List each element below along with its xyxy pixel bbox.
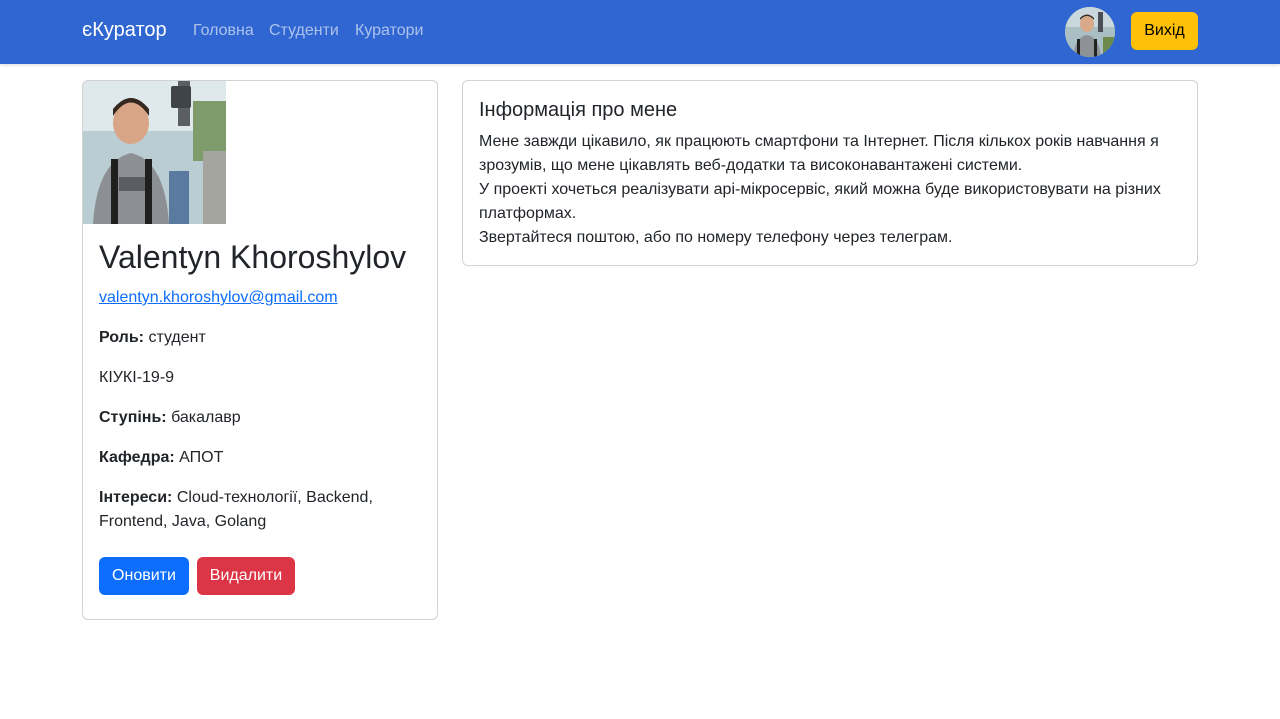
- role-value: студент: [148, 329, 206, 346]
- profile-interests: Інтереси: Cloud-технології, Backend, Fro…: [99, 486, 399, 534]
- about-title: Інформація про мене: [479, 99, 678, 121]
- nav-link-home[interactable]: Головна: [193, 22, 254, 40]
- about-line: Звертайтеся поштою, або по номеру телефо…: [479, 229, 953, 246]
- about-text: Мене завжди цікавило, як працюють смартф…: [479, 130, 1183, 250]
- nav-link-students[interactable]: Студенти: [269, 22, 339, 40]
- degree-value: бакалавр: [171, 409, 241, 426]
- logout-button[interactable]: Вихід: [1131, 12, 1198, 50]
- degree-label: Ступінь:: [99, 409, 167, 426]
- profile-card: Valentyn Khoroshylov valentyn.khoroshylo…: [82, 80, 438, 620]
- profile-email-link[interactable]: valentyn.khoroshylov@gmail.com: [99, 289, 338, 307]
- profile-group: КІУКІ-19-9: [99, 369, 175, 386]
- profile-photo: [83, 81, 226, 224]
- role-label: Роль:: [99, 329, 144, 346]
- about-line: У проекті хочеться реалізувати api-мікро…: [479, 181, 1161, 222]
- profile-name: Valentyn Khoroshylov: [99, 239, 407, 275]
- profile-degree: Ступінь: бакалавр: [99, 406, 419, 430]
- brand-logo-link[interactable]: єКуратор: [82, 19, 167, 42]
- top-navbar: єКуратор Головна Студенти Куратори Вихід: [0, 0, 1280, 64]
- user-avatar[interactable]: [1065, 7, 1115, 57]
- interests-label: Інтереси:: [99, 489, 173, 506]
- nav-link-curators[interactable]: Куратори: [355, 22, 423, 40]
- about-line: Мене завжди цікавило, як працюють смартф…: [479, 133, 1159, 174]
- profile-department: Кафедра: АПОТ: [99, 446, 419, 470]
- update-button[interactable]: Оновити: [99, 557, 189, 595]
- department-value: АПОТ: [179, 449, 224, 466]
- about-card: Інформація про мене Мене завжди цікавило…: [462, 80, 1198, 266]
- department-label: Кафедра:: [99, 449, 175, 466]
- delete-button[interactable]: Видалити: [197, 557, 295, 595]
- profile-role: Роль: студент: [99, 326, 419, 350]
